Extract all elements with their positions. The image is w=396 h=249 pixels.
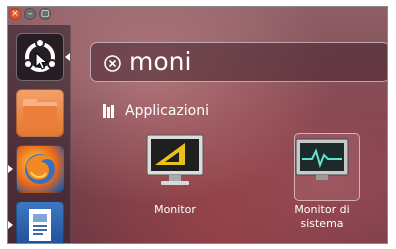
applications-section-header[interactable]: Applicazioni [103,103,209,119]
dash-home-button[interactable] [16,33,64,81]
search-query-text: moni [129,47,192,76]
screenshot-frame: × – ▢ moni Applicazioni Monitor Monitor … [7,6,388,244]
clear-icon[interactable] [104,55,121,72]
firefox-launcher-button[interactable] [16,145,64,193]
active-indicator [65,53,70,61]
maximize-icon: ▢ [40,9,50,19]
app-result-monitor[interactable]: Monitor [135,129,215,239]
app-result-system-monitor[interactable]: Monitor di sistema [282,129,362,239]
close-icon: × [11,9,19,19]
minimize-window-button[interactable]: – [24,8,36,20]
dash-search-input[interactable]: moni [90,42,387,82]
files-launcher-button[interactable] [16,89,64,137]
system-monitor-icon [295,138,349,180]
minimize-icon: – [27,9,33,19]
launcher [8,25,71,243]
folder-icon [23,99,57,126]
app-label-line2: sistema [300,217,344,230]
maximize-window-button[interactable]: ▢ [39,8,51,20]
window-controls: × – ▢ [9,8,51,20]
app-label-monitor: Monitor [154,203,196,216]
running-indicator-2 [8,221,13,229]
writer-launcher-button[interactable] [16,201,64,243]
app-label-system-monitor: Monitor di sistema [282,203,362,231]
document-icon [29,209,51,241]
close-window-button[interactable]: × [9,8,21,20]
app-label-line1: Monitor di [294,203,350,216]
firefox-icon [25,154,55,184]
applications-icon [103,104,114,118]
running-indicator [8,165,13,173]
monitor-icon [146,134,204,185]
section-title: Applicazioni [125,103,209,119]
mouse-pointer-icon [35,52,49,70]
